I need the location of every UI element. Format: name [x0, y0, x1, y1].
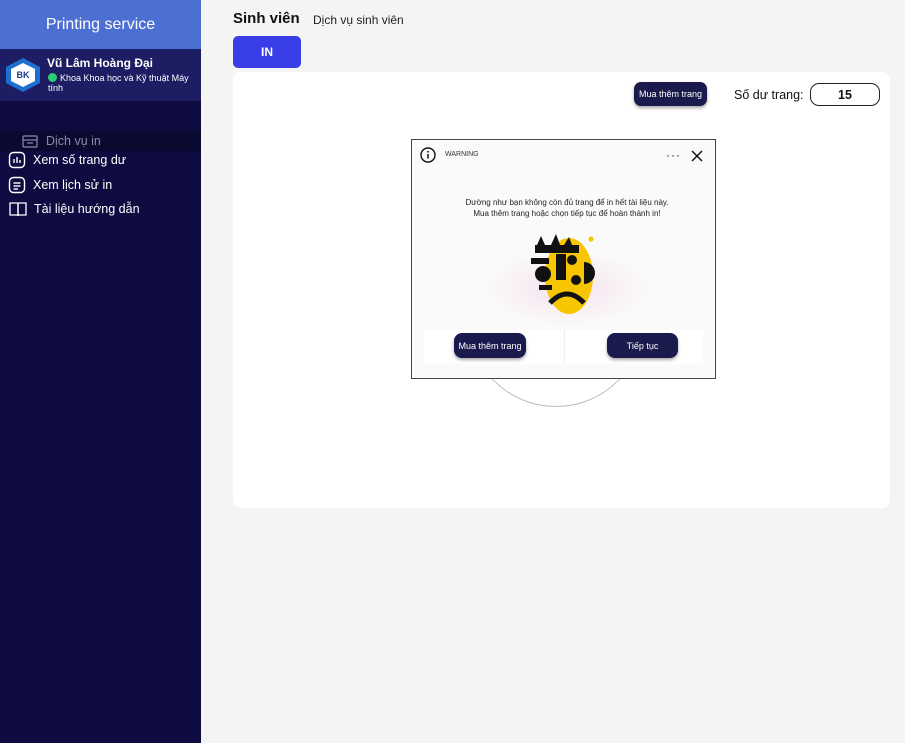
close-icon[interactable]	[690, 149, 704, 163]
print-button[interactable]: IN	[233, 36, 301, 68]
printer-icon	[21, 132, 39, 150]
sidebar-item-print-history[interactable]: Xem lịch sử in	[0, 175, 201, 195]
dialog-footer: Mua thêm trang Tiếp tục	[424, 330, 703, 364]
info-icon	[420, 147, 436, 163]
sidebar-item-page-balance[interactable]: Xem số trang dư	[0, 150, 201, 170]
more-options-icon[interactable]: ···	[666, 148, 681, 162]
warning-dialog: WARNING ··· Dường như bạn không còn đủ t…	[411, 139, 716, 379]
page-subtitle: Dịch vụ sinh viên	[313, 13, 404, 27]
sidebar-item-guide[interactable]: Tài liệu hướng dẫn	[0, 199, 201, 219]
dialog-continue-button[interactable]: Tiếp tục	[607, 333, 678, 358]
buy-pages-button[interactable]: Mua thêm trang	[634, 82, 707, 106]
app-brand: Printing service	[0, 0, 201, 49]
main-card: Mua thêm trang Số dư trang: 15 WARNING ·…	[233, 72, 890, 508]
sidebar-item-label: Dịch vụ in	[46, 134, 101, 148]
balance-value: 15	[810, 83, 880, 106]
sidebar: Printing service BK Vũ Lâm Hoàng Đại Kho…	[0, 0, 201, 743]
book-icon	[9, 200, 27, 218]
user-profile[interactable]: BK Vũ Lâm Hoàng Đại Khoa Khoa học và Kỹ …	[0, 49, 201, 101]
dialog-message: Dường như bạn không còn đủ trang để in h…	[432, 197, 702, 219]
dialog-title: WARNING	[445, 151, 479, 158]
sidebar-item-label: Xem lịch sử in	[33, 178, 113, 192]
balance-label: Số dư trang:	[734, 88, 804, 102]
logo-text: BK	[17, 70, 30, 80]
user-department: Khoa Khoa học và Kỹ thuật Máy tính	[48, 73, 189, 93]
dialog-message-line: Mua thêm trang hoặc chọn tiếp tục để hoà…	[473, 209, 661, 218]
dialog-buy-pages-button[interactable]: Mua thêm trang	[454, 333, 526, 358]
sidebar-item-print-service[interactable]: Dịch vụ in	[0, 131, 201, 151]
sad-face-illustration	[531, 234, 595, 314]
sidebar-item-label: Xem số trang dư	[33, 153, 127, 167]
user-name: Vũ Lâm Hoàng Đại	[47, 56, 154, 70]
online-status-icon	[48, 73, 57, 82]
document-list-icon	[8, 176, 26, 194]
university-logo: BK	[6, 58, 40, 92]
footer-divider	[564, 330, 565, 364]
sidebar-item-label: Tài liệu hướng dẫn	[34, 202, 140, 216]
page-title: Sinh viên	[233, 10, 300, 27]
chart-icon	[8, 151, 26, 169]
dialog-message-line: Dường như bạn không còn đủ trang để in h…	[465, 198, 669, 207]
